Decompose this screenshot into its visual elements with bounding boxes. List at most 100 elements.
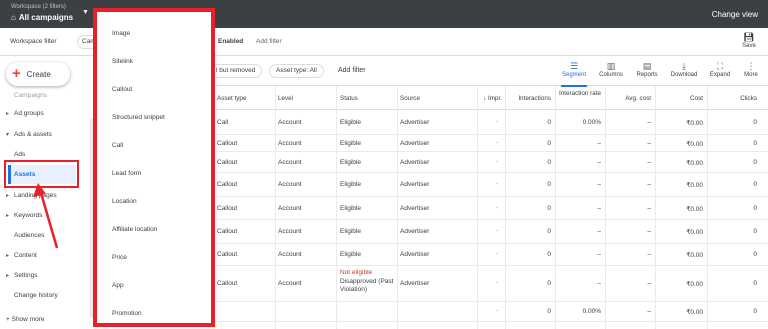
table-cell: 0 [753,140,757,147]
table-row[interactable]: Callout Account Eligible Advertiser ▪ 0 – – ₹0.0… [215,135,768,152]
asset-type-filter-chip[interactable]: Asset type: All [269,64,324,78]
sidebar-item-keywords[interactable]: ▸ Keywords [6,212,43,219]
dropdown-item-location[interactable]: Location [112,198,137,205]
col-status[interactable]: Status [340,95,358,103]
table-cell: 0 [753,159,757,166]
table-row[interactable]: Call Account Eligible Advertiser ▪ 0 0.00% – ₹0.… [215,110,768,135]
more-button[interactable]: ⋮ More [734,61,768,78]
col-clicks[interactable]: Clicks [715,95,757,103]
col-asset-type[interactable]: Asset type [217,95,246,103]
plus-icon: + [12,65,21,82]
col-interaction-rate[interactable]: Interaction rate [557,90,601,98]
col-impressions[interactable]: ↓ Impr. [480,95,502,103]
table-row[interactable]: Callout Account Eligible Advertiser ▪ 0 – – ₹0.0… [215,197,768,220]
column-divider [707,86,708,329]
chevron-right-icon: ▸ [6,111,10,117]
sidebar-item-label: Audiences [14,232,45,239]
sidebar-item-settings[interactable]: ▸ Settings [6,272,38,279]
table-cell: Callout [217,181,238,188]
column-divider [605,86,606,329]
dropdown-item-callout[interactable]: Callout [112,86,132,93]
download-button[interactable]: ⤓ Download [667,61,701,78]
dropdown-item-lead-form[interactable]: Lead form [112,170,141,177]
create-button[interactable]: + Create [6,62,70,86]
dropdown-item-image[interactable]: Image [112,30,130,37]
table-cell: – [647,181,651,188]
sidebar-item-ad-groups[interactable]: ▸ Ad groups [6,110,44,117]
table-cell: Advertiser [400,140,430,147]
table-cell: ₹0.00 [686,309,703,316]
table-row[interactable]: Callout Account Eligible Advertiser ▪ 0 – – ₹0.0… [215,220,768,244]
reports-button[interactable]: ▤ Reports [630,61,664,78]
table-cell: 0 [753,181,757,188]
dropdown-item-sitelink[interactable]: Sitelink [112,58,133,65]
table-row[interactable]: Callout Account Eligible Advertiser ▪ 0 – – ₹0.0… [215,152,768,173]
workspace-selector[interactable]: ⌂ All campaigns [11,13,73,22]
table-cell: Account [278,119,302,126]
sidebar-item-label: Change history [14,292,58,299]
change-view-button[interactable]: Change view [712,10,758,19]
col-source[interactable]: Source [400,95,420,103]
workspace-label: Workspace (2 filters) [11,4,66,10]
table-cell: 0 [753,308,757,315]
impressions-info-icon: ▪ [496,205,498,211]
table-cell: – [647,205,651,212]
segment-button[interactable]: ☰ Segment [557,61,591,87]
save-button[interactable]: 💾︎ Save [738,32,760,49]
table-cell: – [647,251,651,258]
table-cell: 0 [753,228,757,235]
column-divider [275,86,276,329]
removed-filter-chip[interactable]: l but removed [209,64,263,78]
col-interactions[interactable]: Interactions [505,95,551,103]
dropdown-item-affiliate-location[interactable]: Affiliate location [112,226,157,233]
table-cell: ₹0.00 [686,120,703,127]
sidebar-item-campaigns[interactable]: Campaigns [6,92,47,99]
dropdown-item-call[interactable]: Call [112,142,123,149]
table-row[interactable]: Callout Account Eligible Advertiser ▪ 0 – – ₹0.0… [215,173,768,197]
table-cell: Callout [217,228,238,235]
table-cell: Call [217,119,229,126]
sidebar-item-label: Campaigns [14,92,47,99]
impressions-info-icon: ▪ [496,280,498,286]
table-row[interactable]: ▪ 0 0.00% – ₹0.00 0 [215,302,768,322]
dropdown-item-structured-snippet[interactable]: Structured snippet [112,114,165,121]
col-level[interactable]: Level [278,95,293,103]
sidebar-item-ads[interactable]: Ads [14,151,25,158]
add-filter-button[interactable]: Add filter [338,67,366,74]
workspace-title: All campaigns [18,13,74,22]
chevron-right-icon: ▸ [6,213,10,219]
impressions-info-icon: ▪ [496,308,498,314]
table-cell: Account [278,140,302,147]
col-cost[interactable]: Cost [659,95,703,103]
sidebar-item-ads-assets[interactable]: ▾ Ads & assets [6,131,52,138]
col-avg-cost[interactable]: Avg. cost [607,95,651,103]
table-cell: ₹0.00 [686,281,703,288]
chevron-down-icon[interactable]: ▼ [82,9,89,16]
sidebar-item-content[interactable]: ▸ Content [6,252,37,259]
table-cell: 0 [753,280,757,287]
more-label: More [744,72,758,78]
table-cell: 0 [753,205,757,212]
sidebar-item-landing-pages[interactable]: ▸ Landing pages [6,192,57,199]
dropdown-item-app[interactable]: App [112,282,124,289]
impressions-info-icon: ▪ [496,251,498,257]
sidebar-item-audiences[interactable]: Audiences [14,232,44,239]
table-cell: – [647,159,651,166]
table-row[interactable]: Callout Account Disapproved (Past Violatio… [215,266,768,302]
enabled-filter-chip[interactable]: Enabled [218,38,243,45]
add-filter-link[interactable]: Add filter [256,38,282,45]
chevron-right-icon: ▸ [6,253,10,259]
reports-label: Reports [636,72,658,78]
table-cell: Account [278,159,302,166]
expand-button[interactable]: ⛶ Expand [703,61,737,78]
table-cell: 0 [547,228,551,235]
impressions-info-icon: ▪ [496,140,498,146]
show-more-button[interactable]: + Show more [6,316,44,323]
table-cell: 0 [753,119,757,126]
dropdown-item-promotion[interactable]: Promotion [112,310,142,317]
table-cell: 0.00% [582,308,601,315]
sidebar-item-change-history[interactable]: Change history [14,292,58,299]
columns-button[interactable]: ▥ Columns [594,61,628,78]
dropdown-item-price[interactable]: Price [112,254,127,261]
table-row[interactable]: Callout Account Eligible Advertiser ▪ 0 – – ₹0.0… [215,244,768,266]
